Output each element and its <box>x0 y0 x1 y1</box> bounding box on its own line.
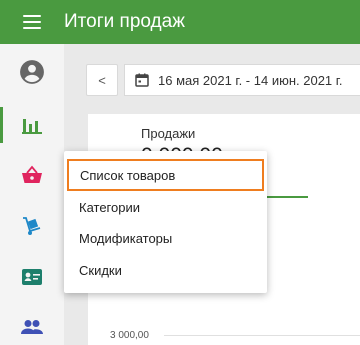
sidebar-item-reports[interactable] <box>0 101 64 149</box>
sidebar-item-account[interactable] <box>0 48 64 96</box>
menu-button[interactable] <box>0 0 64 44</box>
tab-indicator <box>264 196 308 198</box>
date-range-picker[interactable]: 16 мая 2021 г. - 14 июн. 2021 г. <box>124 64 360 96</box>
hamburger-menu-icon <box>23 15 41 29</box>
sidebar-item-customers[interactable] <box>0 303 64 345</box>
sidebar <box>0 44 64 345</box>
sidebar-item-inventory[interactable] <box>0 202 64 250</box>
menu-item-categories[interactable]: Категории <box>64 191 267 223</box>
basket-icon <box>22 165 42 183</box>
menu-item-modifiers[interactable]: Модификаторы <box>64 222 267 254</box>
date-range-nav: < 16 мая 2021 г. - 14 июн. 2021 г. <box>86 64 360 96</box>
products-submenu: Список товаров Категории Модификаторы Ск… <box>64 151 267 293</box>
people-icon <box>21 320 43 334</box>
sidebar-item-products[interactable] <box>0 151 64 199</box>
sidebar-item-employees[interactable] <box>0 253 64 301</box>
app-bar: Итоги продаж <box>0 0 360 44</box>
calendar-icon <box>135 73 149 87</box>
grid-line <box>164 335 360 336</box>
account-circle-icon <box>20 60 44 84</box>
bar-chart-icon <box>22 119 42 134</box>
sales-label: Продажи <box>141 126 196 141</box>
menu-item-discounts[interactable]: Скидки <box>64 254 267 286</box>
page-title: Итоги продаж <box>64 11 185 32</box>
date-range-label: 16 мая 2021 г. - 14 июн. 2021 г. <box>158 72 343 88</box>
id-card-icon <box>22 269 42 285</box>
hand-truck-icon <box>23 217 41 235</box>
y-axis-tick-label: 3 000,00 <box>110 330 149 341</box>
menu-item-product-list[interactable]: Список товаров <box>67 159 264 191</box>
previous-period-button[interactable]: < <box>86 64 118 96</box>
